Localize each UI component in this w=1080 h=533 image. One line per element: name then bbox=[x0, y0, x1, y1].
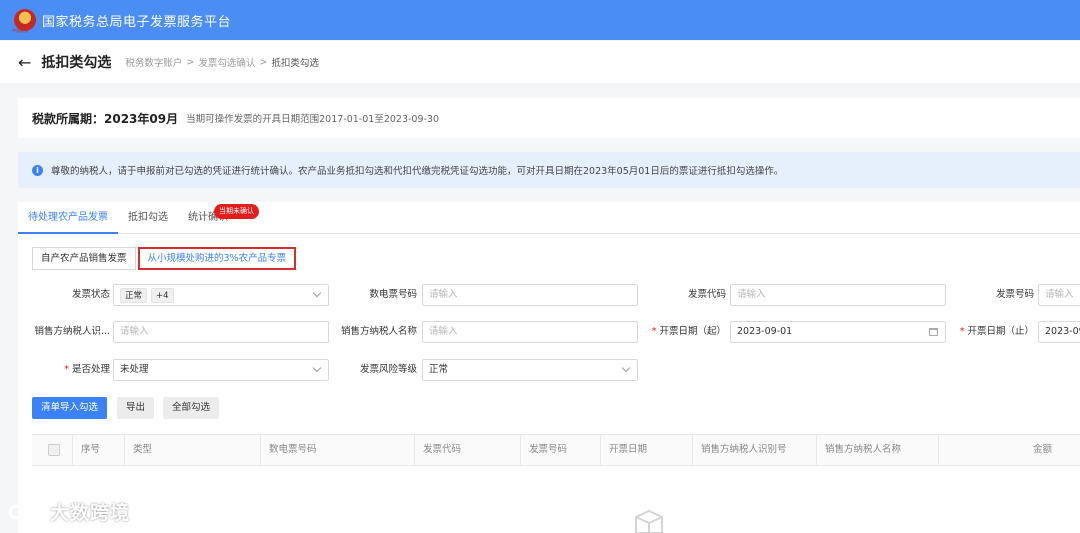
placeholder: 请输入 bbox=[120, 326, 149, 337]
notice-text: 尊敬的纳税人，请于申报前对已勾选的凭证进行统计确认。农产品业务抵扣勾选和代扣代缴… bbox=[51, 166, 784, 177]
chevron-down-icon bbox=[621, 363, 631, 373]
date-start-label: * 开票日期（起） bbox=[636, 321, 726, 343]
tab-deduction-select[interactable]: 抵扣勾选 bbox=[118, 202, 178, 234]
date-start-picker[interactable]: 2023-09-01 bbox=[730, 321, 946, 343]
status-select[interactable]: 正常 +4 bbox=[113, 284, 329, 306]
digital-invoice-no-input[interactable]: 请输入 bbox=[422, 284, 638, 306]
date-start-label-text: 开票日期（起） bbox=[659, 326, 726, 337]
breadcrumb-separator: > bbox=[259, 56, 268, 68]
watermark-logo-icon bbox=[8, 502, 44, 519]
col-seller-taxpayer-id: 销售方纳税人识别号 bbox=[692, 435, 816, 465]
col-invoice-no: 发票号码 bbox=[520, 435, 600, 465]
invoice-no-label: 发票号码 bbox=[995, 289, 1034, 300]
subtab-small-scale-3pct[interactable]: 从小规模处购进的3%农产品专票 bbox=[137, 247, 297, 270]
col-type: 类型 bbox=[124, 435, 260, 465]
platform-title: 国家税务总局电子发票服务平台 bbox=[42, 14, 232, 30]
invoice-type-switch: 自产农产品销售发票 从小规模处购进的3%农产品专票 bbox=[32, 247, 297, 270]
col-index: 序号 bbox=[72, 435, 124, 465]
status-label: 发票状态 bbox=[71, 289, 110, 300]
subtab-self-produced-agri[interactable]: 自产农产品销售发票 bbox=[32, 247, 136, 270]
digital-invoice-no-label: 数电票号码 bbox=[369, 289, 417, 300]
breadcrumb-item[interactable]: 税务数字账户 bbox=[125, 55, 182, 69]
main-panel: 待处理农产品发票 抵扣勾选 统计确认 当期未确认 自产农产品销售发票 从小规模处… bbox=[18, 202, 1080, 533]
risk-level-value: 正常 bbox=[429, 364, 449, 375]
calendar-icon bbox=[929, 328, 938, 336]
notice-banner: i 尊敬的纳税人，请于申报前对已勾选的凭证进行统计确认。农产品业务抵扣勾选和代扣… bbox=[18, 152, 1080, 188]
tab-bar: 待处理农产品发票 抵扣勾选 统计确认 bbox=[18, 202, 1080, 234]
placeholder: 请输入 bbox=[429, 326, 458, 337]
import-select-button[interactable]: 清单导入勾选 bbox=[32, 397, 108, 419]
seller-name-input[interactable]: 请输入 bbox=[422, 321, 638, 343]
breadcrumb-current: 抵扣类勾选 bbox=[271, 58, 319, 69]
tax-period-box: 税款所属期：2023年09月 当期可操作发票的开具日期范围2017-01-01至… bbox=[18, 98, 1080, 138]
col-invoice-code: 发票代码 bbox=[414, 435, 520, 465]
arrow-left-icon[interactable]: ← bbox=[18, 53, 31, 72]
seller-taxpayer-id-label: 销售方纳税人识... bbox=[34, 326, 110, 337]
date-end-label: * 开票日期（止） bbox=[944, 321, 1034, 343]
required-mark: * bbox=[64, 364, 69, 375]
empty-box-icon bbox=[635, 509, 663, 533]
placeholder: 请输入 bbox=[737, 289, 766, 300]
watermark-text: 大数跨境 bbox=[50, 502, 131, 524]
processed-label-text: 是否处理 bbox=[71, 364, 110, 375]
page-title: 抵扣类勾选 bbox=[41, 55, 112, 71]
table-header: 序号 类型 数电票号码 发票代码 发票号码 开票日期 销售方纳税人识别号 销售方… bbox=[32, 434, 1080, 466]
col-digital-invoice-no: 数电票号码 bbox=[260, 435, 414, 465]
processed-value: 未处理 bbox=[120, 364, 149, 375]
processed-label: * 是否处理 bbox=[38, 359, 110, 381]
seller-name-label: 销售方纳税人名称 bbox=[340, 326, 417, 337]
invoice-code-label: 发票代码 bbox=[687, 289, 726, 300]
processed-select[interactable]: 未处理 bbox=[113, 359, 329, 381]
required-mark: * bbox=[651, 326, 657, 337]
tax-period-hint: 当期可操作发票的开具日期范围2017-01-01至2023-09-30 bbox=[186, 114, 440, 125]
col-issue-date: 开票日期 bbox=[600, 435, 692, 465]
unconfirmed-badge: 当期未确认 bbox=[214, 204, 259, 219]
page-header: ← 抵扣类勾选 税务数字账户 > 发票勾选确认 > 抵扣类勾选 bbox=[0, 41, 1080, 83]
chevron-down-icon bbox=[312, 288, 322, 298]
export-button[interactable]: 导出 bbox=[117, 397, 155, 419]
placeholder: 请输入 bbox=[1045, 289, 1074, 300]
required-mark: * bbox=[959, 326, 965, 337]
date-end-picker[interactable]: 2023-09 bbox=[1038, 321, 1080, 343]
status-more-tag: +4 bbox=[151, 287, 174, 303]
invoice-code-input[interactable]: 请输入 bbox=[730, 284, 946, 306]
select-all-button[interactable]: 全部勾选 bbox=[163, 397, 220, 419]
placeholder: 请输入 bbox=[429, 289, 458, 300]
risk-level-label: 发票风险等级 bbox=[359, 364, 417, 375]
emblem-caption: 中国税务 bbox=[12, 28, 29, 34]
status-tag: 正常 bbox=[120, 287, 148, 303]
date-end-label-text: 开票日期（止） bbox=[967, 326, 1034, 337]
col-seller-name: 销售方纳税人名称 bbox=[816, 435, 938, 465]
risk-level-select[interactable]: 正常 bbox=[422, 359, 638, 381]
top-bar: 国家税务总局电子发票服务平台 bbox=[0, 0, 1080, 40]
breadcrumb-item[interactable]: 发票勾选确认 bbox=[198, 55, 255, 69]
seller-taxpayer-id-input[interactable]: 请输入 bbox=[113, 321, 329, 343]
date-end-value: 2023-09 bbox=[1045, 326, 1080, 337]
tab-pending-agri-invoices[interactable]: 待处理农产品发票 bbox=[18, 202, 118, 234]
tax-period-label: 税款所属期：2023年09月 bbox=[32, 111, 179, 126]
breadcrumb: 税务数字账户 > 发票勾选确认 > 抵扣类勾选 bbox=[125, 55, 319, 70]
date-start-value: 2023-09-01 bbox=[737, 326, 793, 337]
info-icon: i bbox=[32, 164, 43, 176]
select-all-checkbox[interactable] bbox=[48, 444, 60, 456]
watermark: 大数跨境 bbox=[8, 498, 130, 525]
invoice-no-input[interactable]: 请输入 bbox=[1038, 284, 1080, 306]
chevron-down-icon bbox=[312, 363, 322, 373]
col-amount: 金额 bbox=[938, 435, 1062, 465]
breadcrumb-separator: > bbox=[186, 56, 195, 68]
